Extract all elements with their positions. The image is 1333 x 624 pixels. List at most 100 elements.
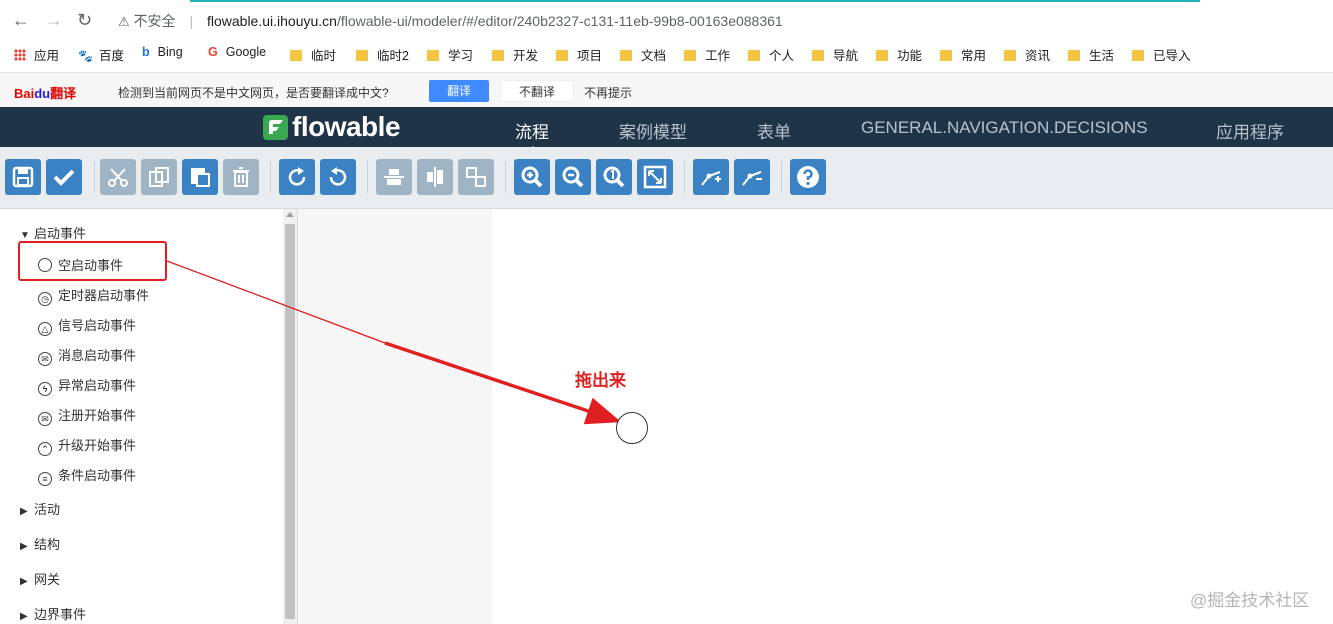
save-button[interactable] — [5, 159, 41, 195]
delete-button[interactable] — [223, 159, 259, 195]
toolbar-separator — [270, 161, 271, 193]
palette-item[interactable]: △ 信号启动事件 — [38, 315, 136, 336]
baidu-translate-logo: Baidu翻译 — [14, 86, 77, 101]
bookmark-item[interactable]: 临时 — [290, 45, 336, 64]
zoom-actual-button[interactable] — [596, 159, 632, 195]
cut-button[interactable] — [100, 159, 136, 195]
bookmark-item[interactable]: 已导入 — [1132, 45, 1191, 64]
bookmark-label: 项目 — [577, 49, 603, 63]
chevron-right-icon: ▶ — [20, 506, 28, 517]
add-bendpoint-button[interactable] — [693, 159, 729, 195]
nav-tab[interactable]: 案例模型 — [619, 118, 687, 143]
bookmark-item[interactable]: b Bing — [142, 45, 183, 59]
zoom-in-button[interactable] — [514, 159, 550, 195]
redo-icon — [288, 167, 306, 186]
chevron-right-icon: ▶ — [20, 541, 28, 552]
browser-address-bar: ← → ↻ ⚠ 不安全 | flowable.ui.ihouyu.cn/flow… — [0, 0, 1333, 40]
forward-icon[interactable]: → — [45, 10, 63, 31]
align-horizontal-button[interactable] — [376, 159, 412, 195]
bookmark-item[interactable]: 导航 — [812, 45, 858, 64]
bookmark-label: 开发 — [513, 49, 539, 63]
help-icon — [797, 166, 819, 188]
bookmark-item[interactable]: 学习 — [427, 45, 473, 64]
remove-bendpoint-button[interactable] — [734, 159, 770, 195]
bookmark-label: 应用 — [34, 49, 60, 63]
security-label: 不安全 — [133, 13, 176, 29]
palette-group[interactable]: ▶ 边界事件 — [20, 604, 86, 623]
bookmark-label: 功能 — [897, 49, 923, 63]
no-prompt-link[interactable]: 不再提示 — [584, 84, 632, 101]
canvas-start-event[interactable] — [616, 412, 648, 444]
cut-icon — [108, 168, 128, 187]
toolbar-separator — [367, 161, 368, 193]
translate-bar: Baidu翻译 检测到当前网页不是中文网页，是否要翻译成中文? 翻译 不翻译 不… — [0, 72, 1333, 107]
bookmarks-bar: 应用 🐾 百度 b Bing G Google 临时 临时2 学习 开发 项目 文档 工作 个人 导航 功能 常用… — [0, 40, 1333, 68]
nav-tab[interactable]: 应用程序 — [1216, 118, 1284, 143]
no-translate-button[interactable]: 不翻译 — [500, 80, 574, 102]
palette-group[interactable]: ▶ 活动 — [20, 499, 60, 518]
palette-item[interactable]: ϟ 异常启动事件 — [38, 375, 136, 396]
palette-item[interactable]: ◷ 定时器启动事件 — [38, 285, 149, 306]
same-size-button[interactable] — [458, 159, 494, 195]
error-start-icon: ϟ — [38, 382, 52, 396]
apps-grid-icon — [14, 49, 26, 61]
paste-icon — [191, 168, 210, 187]
nav-tab[interactable]: 表单 — [757, 118, 791, 143]
bookmark-item[interactable]: 应用 — [14, 45, 59, 64]
bookmark-item[interactable]: 临时2 — [356, 45, 409, 64]
bookmark-item[interactable]: 常用 — [940, 45, 986, 64]
flowable-logo-text: flowable — [292, 111, 401, 142]
toolbar-separator — [684, 161, 685, 193]
nav-tab[interactable]: GENERAL.NAVIGATION.DECISIONS — [861, 118, 1148, 138]
align-vertical-button[interactable] — [417, 159, 453, 195]
url-field[interactable]: ⚠ 不安全 | flowable.ui.ihouyu.cn/flowable-u… — [118, 11, 783, 31]
bookmark-item[interactable]: 个人 — [748, 45, 794, 64]
palette-group-start-events[interactable]: ▼ 启动事件 — [20, 223, 86, 242]
palette-item[interactable]: ≡ 条件启动事件 — [38, 465, 136, 486]
redo-button[interactable] — [279, 159, 315, 195]
palette-item[interactable]: ⌃ 升级开始事件 — [38, 435, 136, 456]
process-canvas[interactable] — [299, 209, 1333, 624]
undo-button[interactable] — [320, 159, 356, 195]
translate-button[interactable]: 翻译 — [429, 80, 489, 102]
bookmark-label: 已导入 — [1153, 49, 1191, 63]
palette-item[interactable]: ✉ 消息启动事件 — [38, 345, 136, 366]
folder-icon — [1068, 50, 1080, 61]
zoom-out-button[interactable] — [555, 159, 591, 195]
palette-group-label: 结构 — [34, 537, 61, 552]
folder-icon — [812, 50, 824, 61]
nav-tab[interactable]: 流程 — [515, 118, 549, 143]
folder-icon — [748, 50, 760, 61]
scroll-up-icon[interactable] — [286, 212, 294, 217]
bookmark-item[interactable]: G Google — [208, 45, 266, 59]
timer-start-icon: ◷ — [38, 292, 52, 306]
reload-icon[interactable]: ↻ — [77, 10, 92, 31]
canvas-margin-area — [299, 209, 492, 624]
palette-group[interactable]: ▶ 结构 — [20, 534, 60, 553]
zoom-fit-button[interactable] — [637, 159, 673, 195]
bookmark-item[interactable]: 项目 — [556, 45, 602, 64]
bookmark-item[interactable]: 资讯 — [1004, 45, 1050, 64]
palette-group[interactable]: ▶ 网关 — [20, 569, 60, 588]
bookmark-label: 资讯 — [1025, 49, 1051, 63]
back-icon[interactable]: ← — [12, 10, 30, 31]
bookmark-label: 文档 — [641, 49, 667, 63]
bookmark-item[interactable]: 文档 — [620, 45, 666, 64]
bing-icon: b — [142, 45, 150, 59]
url-host: flowable.ui.ihouyu.cn — [206, 13, 337, 29]
folder-icon — [1004, 50, 1016, 61]
bookmark-item[interactable]: 开发 — [492, 45, 538, 64]
validate-button[interactable] — [46, 159, 82, 195]
paste-button[interactable] — [182, 159, 218, 195]
copy-button[interactable] — [141, 159, 177, 195]
palette-item-label: 信号启动事件 — [58, 318, 137, 333]
scroll-thumb[interactable] — [285, 224, 295, 619]
help-button[interactable] — [790, 159, 826, 195]
palette-scrollbar[interactable] — [283, 209, 297, 624]
palette-group-label: 网关 — [34, 572, 61, 587]
bookmark-item[interactable]: 生活 — [1068, 45, 1114, 64]
bookmark-item[interactable]: 🐾 百度 — [78, 45, 124, 64]
palette-item[interactable]: ✉ 注册开始事件 — [38, 405, 136, 426]
bookmark-item[interactable]: 工作 — [684, 45, 730, 64]
bookmark-item[interactable]: 功能 — [876, 45, 922, 64]
